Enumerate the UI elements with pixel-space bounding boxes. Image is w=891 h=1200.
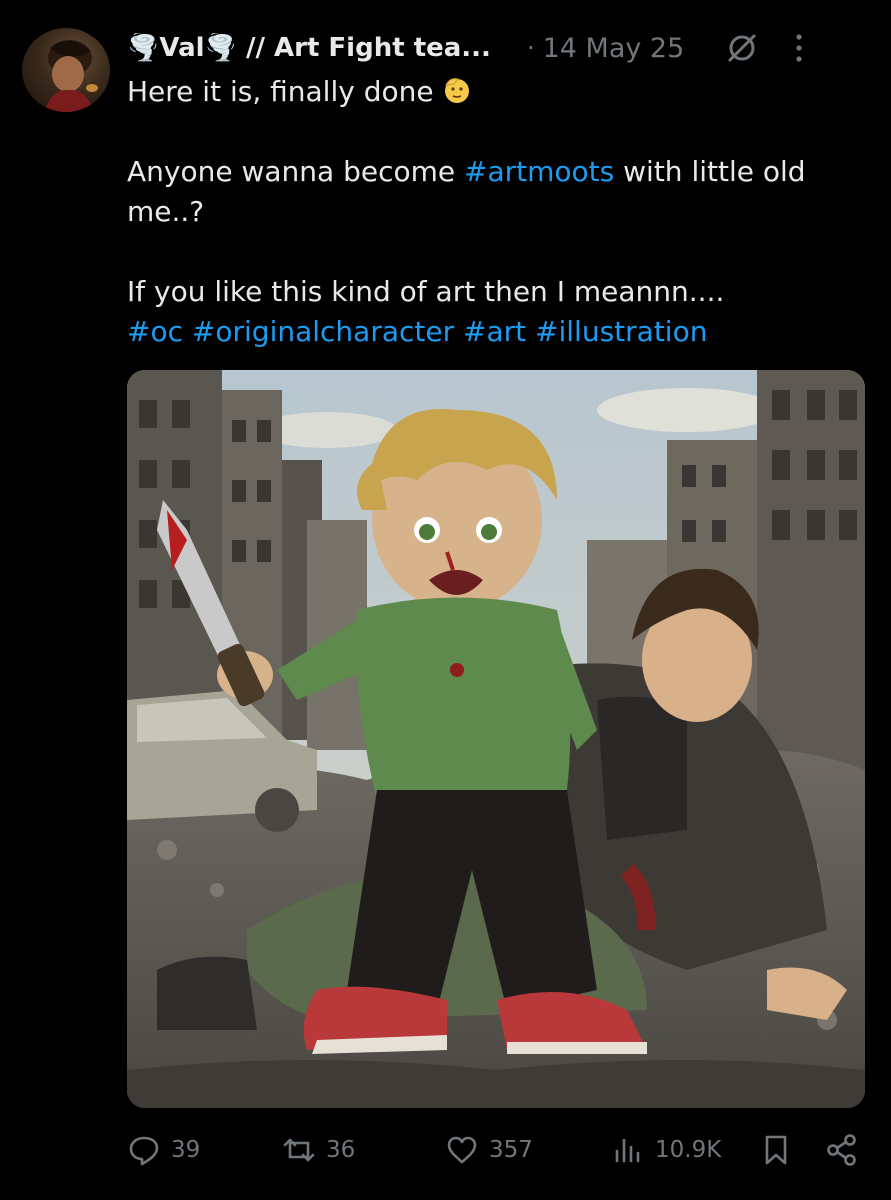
like-button[interactable]: 357 bbox=[445, 1128, 533, 1172]
more-options-icon[interactable] bbox=[794, 31, 804, 65]
hashtag-originalcharacter[interactable]: #originalcharacter bbox=[192, 315, 454, 348]
tweet-action-bar: 39 36 357 10.9K bbox=[127, 1128, 867, 1172]
reply-icon bbox=[129, 1136, 159, 1166]
avatar-image bbox=[44, 40, 98, 112]
tweet-text-line3: If you like this kind of art then I mean… bbox=[127, 275, 725, 308]
tweet-header: 🌪️Val🌪️ // Art Fight tea... · 14 May 25 bbox=[127, 26, 861, 70]
hashtag-art[interactable]: #art bbox=[463, 315, 526, 348]
reply-count: 39 bbox=[171, 1137, 201, 1163]
reply-button[interactable]: 39 bbox=[127, 1128, 200, 1172]
hashtag-oc[interactable]: #oc bbox=[127, 315, 183, 348]
views-button[interactable]: 10.9K bbox=[611, 1128, 721, 1172]
repost-icon bbox=[283, 1138, 315, 1162]
grok-icon[interactable] bbox=[724, 30, 760, 66]
heart-icon bbox=[447, 1136, 477, 1164]
hashtag-illustration[interactable]: #illustration bbox=[535, 315, 707, 348]
tweet-text-line2: Anyone wanna become bbox=[127, 155, 465, 188]
saluting-face-emoji-icon bbox=[445, 78, 470, 103]
tweet-text-line1: Here it is, finally done bbox=[127, 75, 434, 108]
header-separator: · bbox=[526, 34, 535, 62]
share-button[interactable] bbox=[825, 1128, 869, 1172]
bookmark-icon bbox=[765, 1135, 787, 1165]
views-count: 10.9K bbox=[655, 1137, 722, 1163]
author-display-name[interactable]: 🌪️Val🌪️ // Art Fight tea... bbox=[127, 33, 491, 63]
repost-button[interactable]: 36 bbox=[282, 1128, 355, 1172]
tweet-media-image[interactable] bbox=[127, 370, 865, 1108]
illustration-artwork bbox=[127, 370, 865, 1108]
avatar[interactable] bbox=[22, 28, 110, 112]
bookmark-button[interactable] bbox=[759, 1128, 803, 1172]
like-count: 357 bbox=[489, 1137, 533, 1163]
share-icon bbox=[827, 1134, 856, 1166]
tweet-text: Here it is, finally done Anyone wanna be… bbox=[127, 72, 875, 352]
repost-count: 36 bbox=[326, 1137, 356, 1163]
hashtag-artmoots[interactable]: #artmoots bbox=[464, 155, 614, 188]
views-chart-icon bbox=[615, 1138, 640, 1163]
tweet-date[interactable]: 14 May 25 bbox=[543, 33, 685, 64]
